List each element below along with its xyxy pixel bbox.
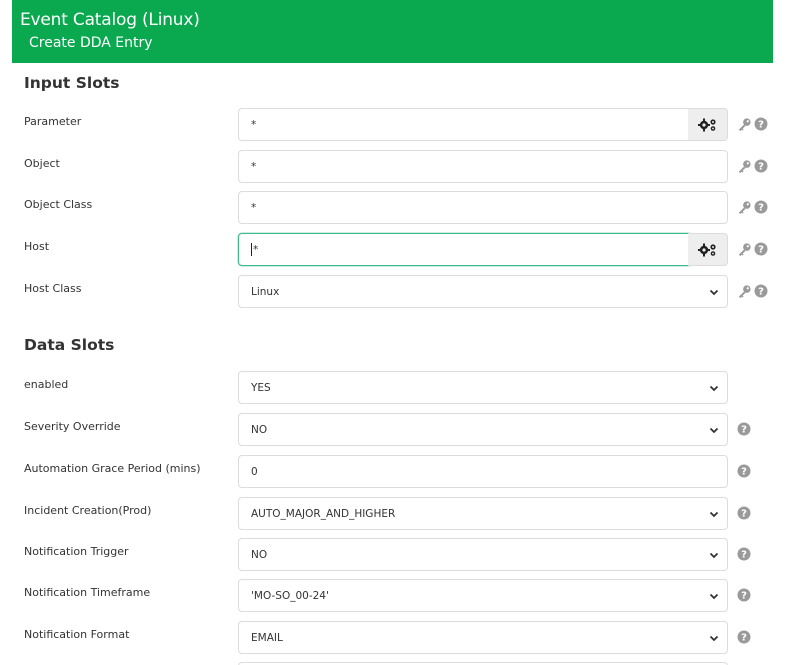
field-label: Parameter [24, 115, 82, 128]
parameter-input[interactable]: * [238, 108, 689, 141]
field-value: * [251, 118, 257, 131]
field-label: Automation Grace Period (mins) [24, 462, 201, 475]
form-row-object-class: Object Class * ? [0, 191, 788, 224]
gears-icon [697, 118, 716, 131]
object-class-input[interactable]: * [238, 191, 728, 224]
question-circle-icon[interactable]: ? [737, 506, 751, 520]
field-value: EMAIL [251, 631, 283, 644]
key-icon[interactable] [737, 200, 752, 215]
svg-text:?: ? [758, 287, 764, 298]
chevron-down-icon [709, 385, 719, 392]
host-options-button[interactable] [688, 233, 728, 266]
svg-text:?: ? [741, 550, 747, 561]
field-value: * [253, 243, 259, 256]
field-value: 'MO-SO_00-24' [251, 589, 329, 602]
form-row-incident-creation: Incident Creation(Prod) AUTO_MAJOR_AND_H… [0, 497, 788, 530]
form-row-notification-trigger: Notification Trigger NO ? [0, 538, 788, 571]
form-row-object: Object * ? [0, 150, 788, 183]
page-header: Event Catalog (Linux) Create DDA Entry [12, 0, 773, 63]
object-input[interactable]: * [238, 150, 728, 183]
svg-text:?: ? [741, 425, 747, 436]
form-row-severity-override: Severity Override NO ? [0, 413, 788, 446]
field-value: Linux [251, 285, 280, 298]
svg-text:?: ? [741, 509, 747, 520]
enabled-select[interactable]: YES [238, 371, 728, 404]
field-value: NO [251, 548, 268, 561]
gears-icon [697, 243, 716, 256]
key-icon[interactable] [737, 284, 752, 299]
chevron-down-icon [709, 635, 719, 642]
field-label: Host Class [24, 282, 82, 295]
form-row-enabled: enabled YES [0, 371, 788, 404]
question-circle-icon[interactable]: ? [737, 630, 751, 644]
field-label: Incident Creation(Prod) [24, 504, 152, 517]
field-label: Host [24, 240, 50, 253]
app-title: Event Catalog (Linux) [20, 10, 200, 30]
notification-timeframe-select[interactable]: 'MO-SO_00-24' [238, 579, 728, 612]
form-row-host: Host * ? [0, 233, 788, 266]
host-class-select[interactable]: Linux [238, 275, 728, 308]
question-circle-icon[interactable]: ? [754, 159, 768, 173]
field-label: Notification Format [24, 628, 130, 641]
severity-override-select[interactable]: NO [238, 413, 728, 446]
notification-trigger-select[interactable]: NO [238, 538, 728, 571]
notification-format-select[interactable]: EMAIL [238, 621, 728, 654]
question-circle-icon[interactable]: ? [754, 242, 768, 256]
field-value: YES [251, 381, 271, 394]
field-label: enabled [24, 378, 69, 391]
svg-text:?: ? [758, 162, 764, 173]
form-row-notification-timeframe: Notification Timeframe 'MO-SO_00-24' ? [0, 579, 788, 612]
svg-text:?: ? [741, 467, 747, 478]
question-circle-icon[interactable]: ? [737, 422, 751, 436]
form-row-parameter: Parameter * ? [0, 108, 788, 141]
svg-text:?: ? [741, 633, 747, 644]
field-value: NO [251, 423, 268, 436]
svg-text:?: ? [741, 591, 747, 602]
field-value: 0 [251, 465, 258, 478]
data-slots-heading: Data Slots [24, 336, 115, 354]
field-value: * [251, 160, 257, 173]
input-slots-heading: Input Slots [24, 74, 120, 92]
page-subtitle: Create DDA Entry [29, 35, 153, 51]
question-circle-icon[interactable]: ? [737, 588, 751, 602]
form-row-notification-format: Notification Format EMAIL ? [0, 621, 788, 654]
chevron-down-icon [709, 427, 719, 434]
automation-grace-period-input[interactable]: 0 [238, 455, 728, 488]
parameter-options-button[interactable] [688, 108, 728, 141]
key-icon[interactable] [737, 117, 752, 132]
chevron-down-icon [709, 289, 719, 296]
field-label: Notification Timeframe [24, 586, 151, 599]
chevron-down-icon [709, 552, 719, 559]
key-icon[interactable] [737, 159, 752, 174]
svg-text:?: ? [758, 120, 764, 131]
chevron-down-icon [709, 593, 719, 600]
field-value: * [251, 201, 257, 214]
question-circle-icon[interactable]: ? [754, 200, 768, 214]
question-circle-icon[interactable]: ? [754, 284, 768, 298]
form-row-automation-grace-period: Automation Grace Period (mins) 0 ? [0, 455, 788, 488]
field-value: AUTO_MAJOR_AND_HIGHER [251, 507, 396, 520]
key-icon[interactable] [737, 242, 752, 257]
field-label: Object [24, 157, 60, 170]
field-label: Notification Trigger [24, 545, 129, 558]
field-label: Object Class [24, 198, 93, 211]
text-cursor [251, 243, 252, 256]
incident-creation-select[interactable]: AUTO_MAJOR_AND_HIGHER [238, 497, 728, 530]
chevron-down-icon [709, 511, 719, 518]
question-circle-icon[interactable]: ? [737, 464, 751, 478]
svg-text:?: ? [758, 203, 764, 214]
svg-text:?: ? [758, 245, 764, 256]
question-circle-icon[interactable]: ? [737, 547, 751, 561]
host-input[interactable]: * [238, 233, 689, 266]
field-label: Severity Override [24, 420, 121, 433]
question-circle-icon[interactable]: ? [754, 117, 768, 131]
form-row-host-class: Host Class Linux ? [0, 275, 788, 308]
